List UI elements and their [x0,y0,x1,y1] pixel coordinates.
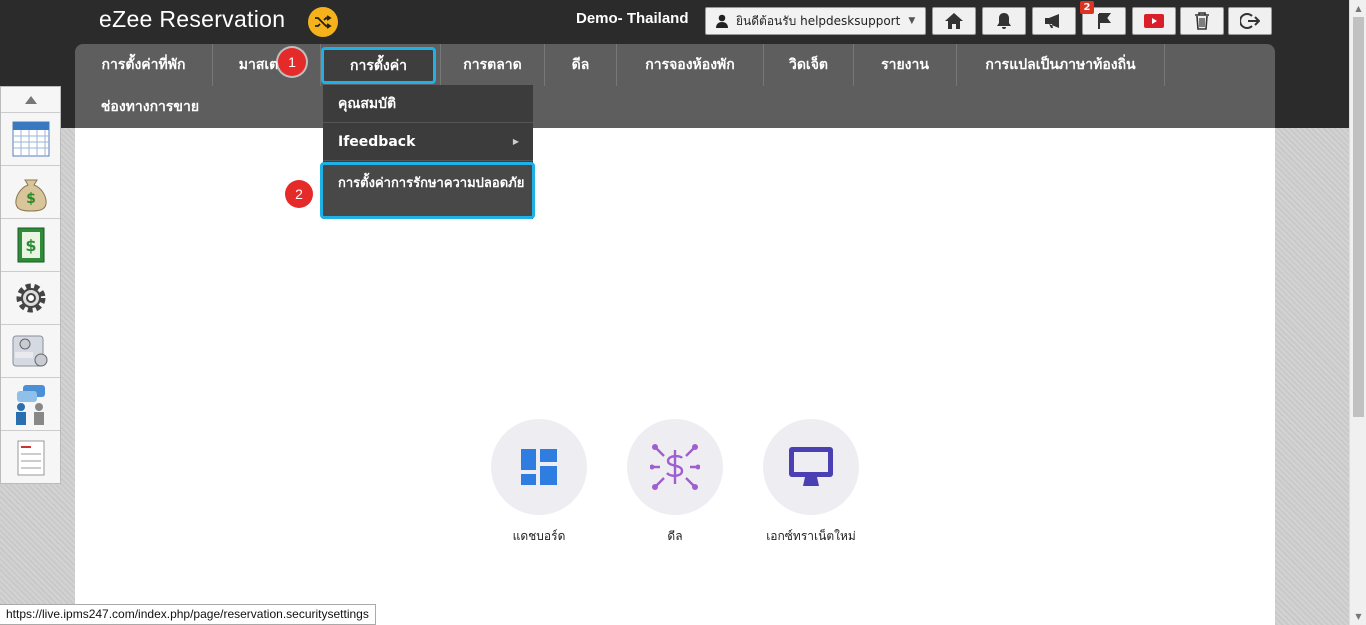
chat-people-icon [15,385,45,425]
sidebar-widget[interactable] [1,325,60,378]
nav-booking[interactable]: การจองห้องพัก [617,44,764,86]
deal-label[interactable]: ดีล [605,527,745,546]
trash-button[interactable] [1180,7,1224,35]
logout-button[interactable] [1228,7,1272,35]
main-content: แดชบอร์ด ดีล เอกซ์ทราเน็ตใหม่ [75,128,1275,625]
shuffle-icon[interactable] [308,7,338,37]
youtube-icon [1144,14,1164,28]
hotel-name: Demo- Thailand [576,10,689,27]
nav-localization[interactable]: การแปลเป็นภาษาท้องถิ่น [957,44,1165,86]
money-bag-icon: $ [14,179,47,212]
widget-icon [12,335,47,367]
nav-marketing[interactable]: การตลาด [441,44,545,86]
new-extranet-label[interactable]: เอกซ์ทราเน็ตใหม่ [741,527,881,546]
quick-sidebar: $ $ [0,86,61,484]
monitor-icon [789,447,833,486]
announcements-button[interactable] [1032,7,1076,35]
dropdown-item-security-settings[interactable]: การตั้งค่าการรักษาความปลอดภัย [320,162,535,219]
dropdown-item-ifeedback[interactable]: Ifeedback ▶ [323,123,533,161]
chevron-down-icon: ▼ [908,16,916,26]
trash-icon [1195,12,1209,30]
user-icon [716,14,728,28]
dashboard-tile[interactable] [491,419,587,515]
step-marker-1: 1 [278,48,306,76]
sidebar-tasks[interactable] [1,431,60,484]
youtube-button[interactable] [1132,7,1176,35]
dropdown-item-features[interactable]: คุณสมบัติ [323,85,533,123]
flag-icon [1098,13,1111,29]
nav-widget[interactable]: วิดเจ็ต [764,44,854,86]
dropdown-item-ifeedback-label: Ifeedback [338,133,416,150]
sidebar-calendar[interactable] [1,113,60,166]
scroll-up-arrow-icon[interactable]: ▲ [1350,0,1366,17]
scroll-down-arrow-icon[interactable]: ▼ [1350,608,1366,625]
nav-property-settings[interactable]: การตั้งค่าที่พัก [75,44,213,86]
arrow-up-icon [24,95,37,104]
sidebar-up-button[interactable] [1,87,60,113]
dashboard-label[interactable]: แดชบอร์ด [469,527,609,546]
nav-deals[interactable]: ดีล [545,44,617,86]
sidebar-cash[interactable]: $ [1,219,60,272]
nav-reports[interactable]: รายงาน [854,44,957,86]
status-url: https://live.ipms247.com/index.php/page/… [0,604,376,625]
megaphone-icon [1045,14,1059,28]
nav-sales-channels[interactable]: ช่องทางการขาย [75,86,225,128]
nav-settings-active[interactable]: การตั้งค่า [321,47,436,84]
deal-tile[interactable] [627,419,723,515]
notification-badge: 2 [1080,1,1094,14]
notifications-button[interactable] [982,7,1026,35]
home-icon [945,13,963,29]
deal-icon [650,444,700,490]
svg-text:$: $ [26,191,36,207]
cash-icon: $ [17,227,44,263]
svg-text:$: $ [25,236,36,255]
step-marker-2: 2 [285,180,313,208]
brand-title[interactable]: eZee Reservation [99,6,285,33]
scroll-thumb[interactable] [1353,17,1364,417]
sidebar-chat[interactable] [1,378,60,431]
logout-icon [1240,13,1260,29]
sidebar-settings[interactable] [1,272,60,325]
bell-icon [997,13,1011,29]
gear-icon [16,283,45,313]
sidebar-money-bag[interactable]: $ [1,166,60,219]
new-extranet-tile[interactable] [763,419,859,515]
user-greeting: ยินดีต้อนรับ helpdesksupport [736,13,901,28]
calendar-icon [12,121,49,157]
chevron-right-icon: ▶ [512,137,519,146]
user-menu-button[interactable]: ยินดีต้อนรับ helpdesksupport ▼ [705,7,926,35]
dashboard-icon [521,449,557,485]
home-button[interactable] [932,7,976,35]
main-nav: การตั้งค่าที่พัก มาสเตอร์ การตลาด ดีล กา… [75,44,1275,128]
task-list-icon [17,440,44,475]
page-scrollbar[interactable]: ▲ ▼ [1349,0,1366,625]
